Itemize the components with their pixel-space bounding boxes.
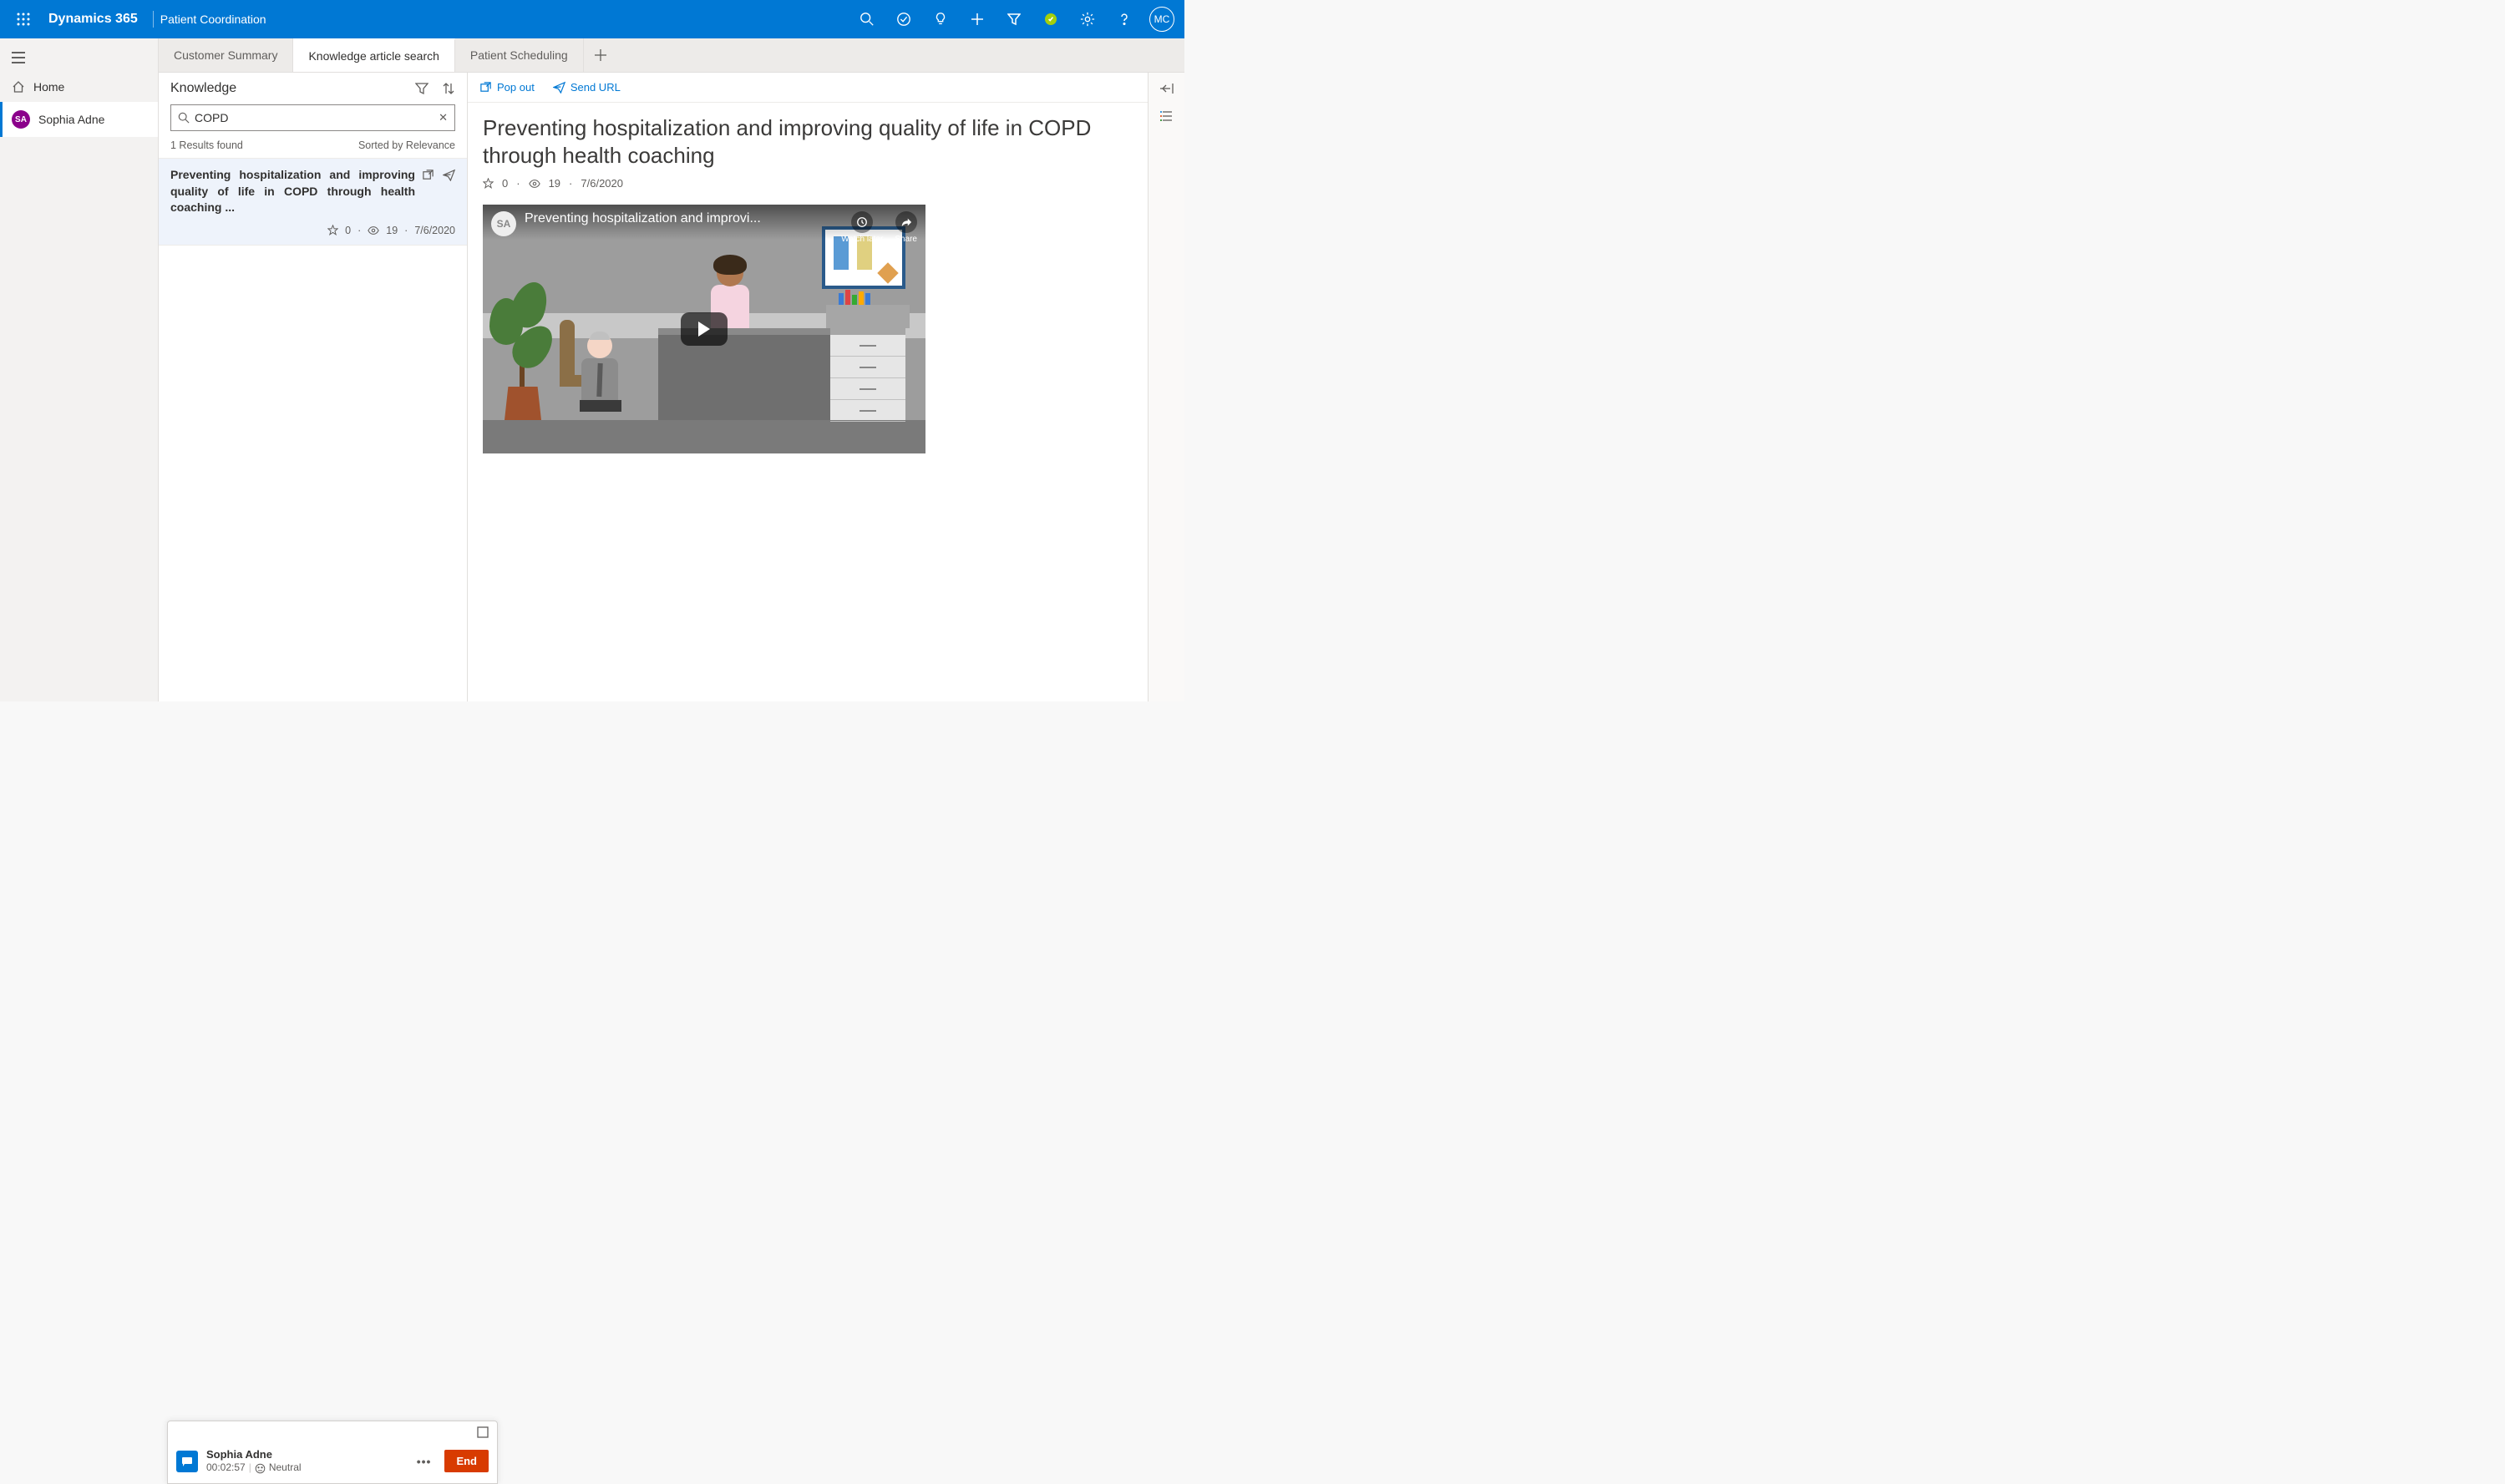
add-icon[interactable] (961, 0, 994, 38)
left-sidebar: Home SA Sophia Adne (0, 38, 159, 701)
result-popout-icon[interactable] (422, 169, 434, 181)
app-launcher-icon[interactable] (7, 13, 40, 26)
knowledge-search-input[interactable]: ✕ (170, 104, 455, 131)
sort-label[interactable]: Sorted by Relevance (358, 139, 455, 151)
help-icon[interactable] (1108, 0, 1141, 38)
brand-name[interactable]: Dynamics 365 (40, 12, 146, 27)
chat-channel-icon (176, 1451, 198, 1472)
popout-label: Pop out (497, 81, 535, 94)
top-navigation-bar: Dynamics 365 Patient Coordination MC (0, 0, 1184, 38)
presence-icon[interactable] (1034, 0, 1067, 38)
eye-icon (529, 178, 540, 190)
conversation-sentiment: Neutral (269, 1461, 302, 1475)
knowledge-title: Knowledge (170, 81, 236, 96)
result-send-icon[interactable] (443, 169, 455, 181)
article-date: 7/6/2020 (581, 177, 623, 190)
conversation-panel: Sophia Adne 00:02:57 | Neutral ••• End (167, 1421, 498, 1484)
right-rail (1148, 73, 1184, 701)
results-count: 1 Results found (170, 139, 243, 151)
sendurl-button[interactable]: Send URL (553, 81, 621, 94)
knowledge-panel: Knowledge ✕ 1 Results found Sorted by Re… (159, 73, 468, 701)
popout-icon (479, 81, 492, 94)
tab-knowledge-search[interactable]: Knowledge article search (293, 38, 454, 72)
article-panel: Pop out Send URL Preventing hospitalizat… (468, 73, 1148, 701)
result-views: 19 (386, 225, 398, 236)
conversation-more-icon[interactable]: ••• (412, 1455, 437, 1468)
tab-patient-scheduling[interactable]: Patient Scheduling (455, 38, 584, 72)
conversation-timer: 00:02:57 (206, 1461, 246, 1475)
video-channel-avatar: SA (491, 211, 516, 236)
nav-home-label: Home (33, 80, 64, 94)
popout-button[interactable]: Pop out (479, 81, 535, 94)
play-button[interactable] (681, 312, 728, 346)
star-icon (327, 225, 338, 236)
end-conversation-button[interactable]: End (444, 1450, 489, 1472)
add-tab-button[interactable] (584, 49, 617, 61)
settings-icon[interactable] (1071, 0, 1104, 38)
collapse-panel-icon[interactable] (1159, 81, 1174, 96)
divider (153, 11, 154, 28)
watch-later-button[interactable]: Watch later (841, 211, 883, 244)
nav-patient-label: Sophia Adne (38, 113, 104, 126)
sentiment-icon (255, 1463, 266, 1474)
clear-search-icon[interactable]: ✕ (439, 111, 448, 124)
result-rating: 0 (345, 225, 351, 236)
search-field[interactable] (190, 111, 439, 124)
app-name[interactable]: Patient Coordination (160, 13, 266, 26)
filter-icon[interactable] (997, 0, 1031, 38)
hamburger-icon[interactable] (0, 43, 158, 72)
knowledge-filter-icon[interactable] (415, 82, 428, 95)
user-avatar[interactable]: MC (1149, 7, 1174, 32)
result-title: Preventing hospitalization and improving… (170, 167, 415, 216)
tab-customer-summary[interactable]: Customer Summary (159, 38, 293, 72)
search-icon[interactable] (850, 0, 884, 38)
task-icon[interactable] (887, 0, 920, 38)
knowledge-sort-icon[interactable] (442, 82, 455, 95)
article-views: 19 (549, 177, 560, 190)
lightbulb-icon[interactable] (924, 0, 957, 38)
nav-home[interactable]: Home (0, 72, 158, 102)
eye-icon (368, 225, 379, 236)
sendurl-label: Send URL (570, 81, 621, 94)
search-result-item[interactable]: Preventing hospitalization and improving… (159, 158, 467, 246)
star-icon (483, 178, 494, 189)
tab-bar: Customer Summary Knowledge article searc… (159, 38, 1184, 73)
send-icon (553, 81, 565, 94)
article-title: Preventing hospitalization and improving… (483, 114, 1133, 169)
article-rating: 0 (502, 177, 508, 190)
maximize-conversation-icon[interactable] (477, 1426, 489, 1438)
nav-patient[interactable]: SA Sophia Adne (0, 102, 158, 137)
video-player[interactable]: SA Preventing hospitalization and improv… (483, 205, 925, 453)
result-date: 7/6/2020 (414, 225, 455, 236)
conversation-customer-name: Sophia Adne (206, 1448, 403, 1462)
agent-script-icon[interactable] (1160, 109, 1174, 123)
patient-avatar-icon: SA (12, 110, 30, 129)
video-title: Preventing hospitalization and improvi..… (525, 211, 841, 226)
share-button[interactable]: Share (895, 211, 917, 244)
home-icon (12, 80, 25, 94)
search-icon (178, 112, 190, 124)
